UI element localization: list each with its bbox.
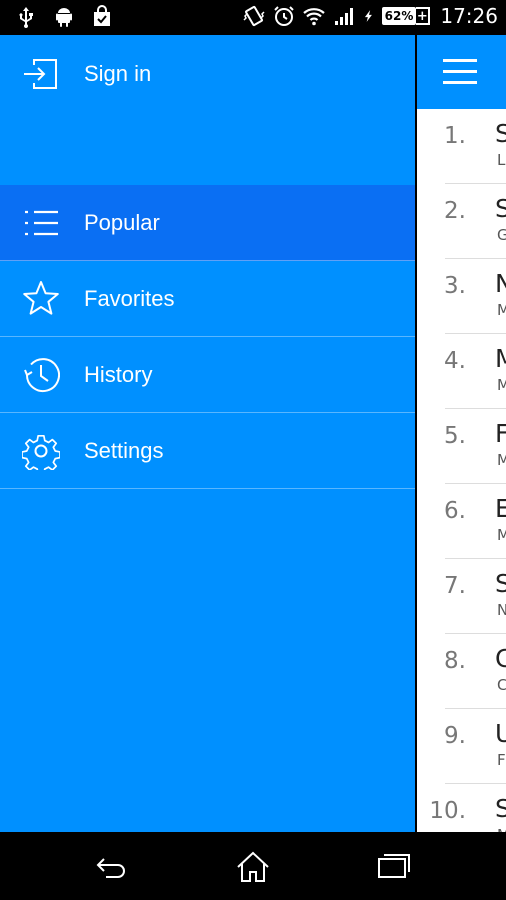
item-title: S <box>495 194 506 223</box>
item-subtitle: G <box>497 226 506 244</box>
item-title: U <box>495 719 506 748</box>
item-title: E <box>495 494 506 523</box>
battery-level: 62% <box>381 7 417 25</box>
rank-number: 9. <box>444 723 466 749</box>
list-item[interactable]: 1. S L <box>417 109 506 184</box>
usb-icon <box>19 7 33 29</box>
sign-in-button[interactable]: Sign in <box>0 35 415 113</box>
popular-list: 1. S L 2. S G 3. N M 4. M M 5. F M 6. E M 7. S N 8. C C … <box>417 109 506 832</box>
drawer-item-label: Favorites <box>84 285 175 311</box>
rank-number: 10. <box>429 798 466 824</box>
item-title: F <box>495 419 506 448</box>
drawer-item-history[interactable]: History <box>0 337 415 413</box>
list-icon <box>25 210 58 235</box>
main-content: 1. S L 2. S G 3. N M 4. M M 5. F M 6. E M 7. S N 8. C C … <box>417 35 506 832</box>
alarm-icon <box>273 6 294 26</box>
star-icon <box>23 280 59 315</box>
navigation-drawer: Sign in Popular Favorites History Settin… <box>0 35 415 832</box>
item-title: S <box>495 794 506 823</box>
item-subtitle: M <box>497 301 506 319</box>
item-subtitle: N <box>497 601 506 619</box>
status-bar: 62% + 17:26 <box>0 0 506 35</box>
list-item[interactable]: 8. C C <box>417 634 506 709</box>
item-subtitle: M <box>497 376 506 394</box>
item-title: M <box>495 344 506 373</box>
rank-number: 5. <box>444 423 466 449</box>
wifi-icon <box>302 8 325 26</box>
rank-number: 1. <box>444 123 466 149</box>
drawer-item-popular[interactable]: Popular <box>0 185 415 261</box>
drawer-edge <box>415 35 417 832</box>
item-title: S <box>495 569 506 598</box>
list-item[interactable]: 4. M M <box>417 334 506 409</box>
back-icon[interactable] <box>94 849 130 885</box>
drawer-item-label: Popular <box>84 209 160 235</box>
drawer-item-favorites[interactable]: Favorites <box>0 261 415 337</box>
item-subtitle: F <box>497 751 506 769</box>
rank-number: 7. <box>444 573 466 599</box>
rank-number: 2. <box>444 198 466 224</box>
rank-number: 6. <box>444 498 466 524</box>
system-nav-bar <box>0 832 506 900</box>
list-item[interactable]: 10.SM <box>417 784 506 832</box>
item-title: C <box>495 644 506 673</box>
sign-in-label: Sign in <box>84 61 152 86</box>
shopping-bag-icon <box>94 5 110 26</box>
item-subtitle: M <box>497 526 506 544</box>
vibrate-icon <box>243 5 265 27</box>
signal-icon <box>334 8 353 25</box>
recents-icon[interactable] <box>376 849 412 885</box>
gear-icon <box>22 434 60 470</box>
item-subtitle: M <box>497 451 506 469</box>
drawer-item-label: Settings <box>84 437 164 463</box>
history-icon <box>24 357 60 392</box>
battery-plus-icon: + <box>416 7 431 25</box>
item-title: N <box>495 269 506 298</box>
status-clock: 17:26 <box>440 4 498 28</box>
list-item[interactable]: 3. N M <box>417 259 506 334</box>
list-item[interactable]: 9. U F <box>417 709 506 784</box>
home-icon[interactable] <box>235 849 271 885</box>
list-item[interactable]: 6. E M <box>417 484 506 559</box>
sign-in-icon <box>24 59 57 89</box>
drawer-item-settings[interactable]: Settings <box>0 413 415 489</box>
app-bar <box>417 35 506 109</box>
drawer-item-label: History <box>84 361 153 387</box>
item-title: S <box>495 119 506 148</box>
hamburger-icon[interactable] <box>443 59 479 85</box>
item-subtitle: L <box>497 151 506 169</box>
list-item[interactable]: 2. S G <box>417 184 506 259</box>
item-subtitle: C <box>497 676 506 694</box>
rank-number: 4. <box>444 348 466 374</box>
list-item[interactable]: 7. S N <box>417 559 506 634</box>
rank-number: 8. <box>444 648 466 674</box>
android-icon <box>56 8 72 27</box>
rank-number: 3. <box>444 273 466 299</box>
charging-icon <box>364 10 372 22</box>
list-item[interactable]: 5. F M <box>417 409 506 484</box>
battery-indicator: 62% + <box>381 7 431 25</box>
